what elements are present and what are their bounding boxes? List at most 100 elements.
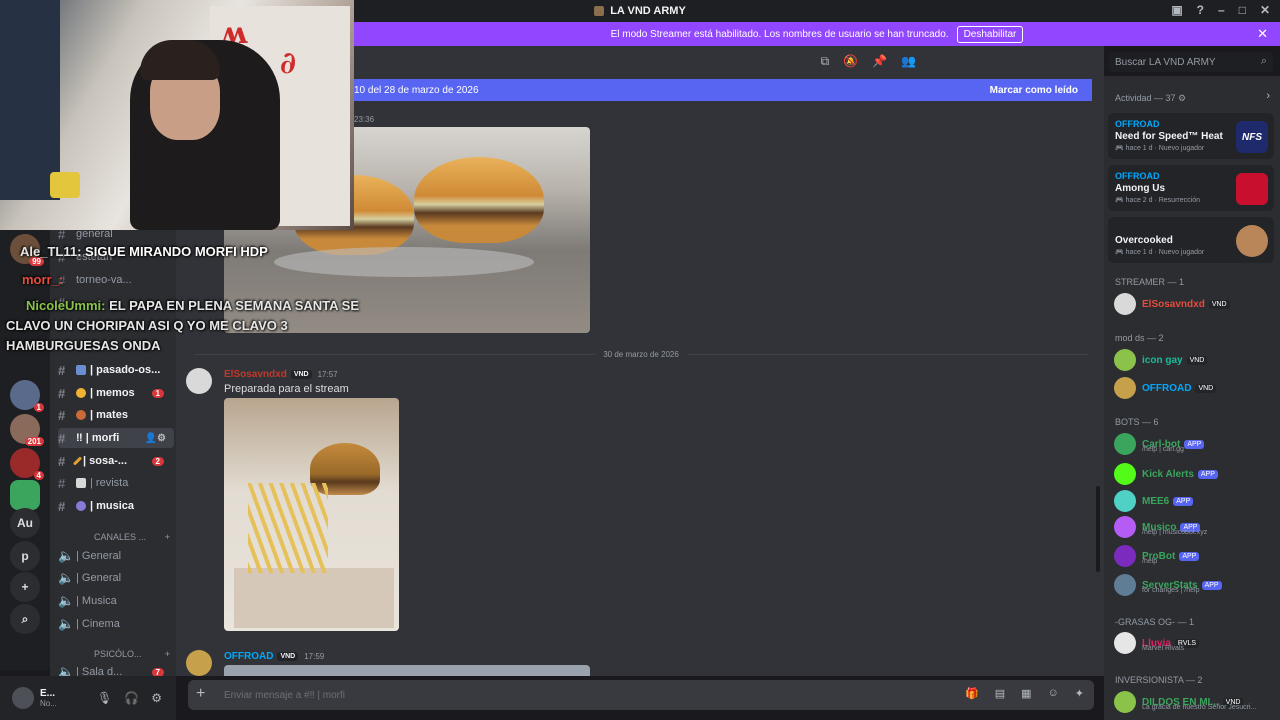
server-au[interactable]: Au [10, 508, 40, 538]
member-row[interactable]: MEE6 APP [1114, 488, 1274, 514]
role-tag: VND [277, 651, 299, 661]
maximize-button[interactable]: □ [1239, 3, 1246, 17]
gear-icon[interactable]: ⚙ [151, 691, 162, 705]
add-server-icon[interactable]: + [10, 572, 40, 602]
unread-count-badge: 2 [151, 456, 164, 466]
add-attachment-icon[interactable]: + [196, 685, 205, 703]
notifications-icon[interactable]: 🔕 [843, 54, 858, 68]
channel-pasado[interactable]: # | pasado-os... [58, 360, 174, 380]
activity-card[interactable]: OFFROAD Among Us 🎮 hace 2 d · Resurrecci… [1108, 165, 1274, 211]
member-list-icon[interactable]: 👥 [901, 54, 916, 68]
server-p[interactable]: p [10, 541, 40, 571]
help-icon[interactable]: ? [1197, 3, 1204, 17]
member-row[interactable]: Carl-bot APP /help | carl.gg [1114, 431, 1274, 457]
disable-streamer-button[interactable]: Deshabilitar [956, 25, 1024, 43]
member-row[interactable]: icon gay VND [1114, 347, 1274, 373]
voice-channel-musica[interactable]: 🔈 | Musica [58, 591, 174, 611]
server-icon-4[interactable]: 4 [10, 448, 44, 480]
add-channel-icon[interactable]: + [165, 649, 170, 659]
channel-sosa[interactable]: # | sosa-... 2 [58, 451, 174, 471]
voice-channel-sala[interactable]: 🔈 | Sala d... 7 [58, 662, 174, 676]
server-icon-1[interactable]: 99 [10, 234, 44, 266]
channel-memos[interactable]: # | memos 1 [58, 383, 174, 403]
headphones-icon[interactable]: 🎧 [124, 691, 139, 705]
discover-icon[interactable]: ⌕ [10, 604, 40, 634]
member-row[interactable]: OFFROAD VND [1114, 375, 1274, 401]
gif-icon[interactable]: ▤ [995, 687, 1005, 700]
hash-icon: # [58, 385, 66, 401]
add-channel-icon[interactable]: + [165, 532, 170, 542]
voice-category[interactable]: CANALES ... + [58, 532, 170, 542]
member-row[interactable]: ElSosavndxd VND [1114, 291, 1274, 317]
avatar[interactable] [12, 687, 34, 709]
activity-card[interactable]: OFFROAD Need for Speed™ Heat 🎮 hace 1 d … [1108, 113, 1274, 159]
channel-revista[interactable]: # | revista [58, 473, 174, 493]
monitor [0, 0, 60, 200]
server-icon [594, 6, 605, 16]
inbox-icon[interactable]: ▣ [1171, 3, 1182, 17]
webcam-overlay: ʍ∂~ [0, 0, 354, 230]
member-row[interactable]: ServerStats APP for changes | /help [1114, 572, 1274, 598]
server-icon-2[interactable]: 1 [10, 380, 44, 412]
avatar [1114, 574, 1136, 596]
channel-general[interactable]: # general [58, 230, 174, 244]
unread-count-badge: 7 [151, 667, 164, 676]
message-author[interactable]: OFFROAD VND 17:59 [224, 651, 324, 662]
search-input[interactable]: Buscar LA VND ARMY ⌕ [1109, 52, 1273, 72]
new-messages-bar[interactable]: 10 del 28 de marzo de 2026 Marcar como l… [354, 79, 1092, 101]
message-timestamp: 17:57 [317, 370, 338, 379]
voice-channel-general[interactable]: 🔈 | General [58, 546, 174, 566]
plate [274, 247, 534, 277]
chevron-right-icon[interactable]: › [1266, 90, 1270, 102]
date-divider: 30 de marzo de 2026 [186, 348, 1096, 360]
microphone-icon[interactable]: 🎙 [97, 691, 112, 705]
screenshot-attachment[interactable] [224, 665, 590, 676]
voice-channel-general-2[interactable]: 🔈 | General [58, 568, 174, 588]
psico-category[interactable]: PSICÓLO... + [58, 649, 170, 659]
member-row[interactable]: DILDOS EN MI... VND La gracia de nuestro … [1114, 689, 1274, 715]
activity-card[interactable]: Overcooked 🎮 hace 1 d · Nuevo jugador [1108, 217, 1274, 263]
channel-musica[interactable]: # | musica [58, 496, 174, 516]
pin-icon[interactable]: 📌 [872, 54, 887, 68]
apps-icon[interactable]: ✦ [1075, 687, 1084, 700]
close-window-button[interactable]: ✕ [1260, 3, 1270, 17]
member-row[interactable]: Kick Alerts APP [1114, 461, 1274, 487]
activity-header[interactable]: Actividad — 37 ⚙ [1115, 93, 1186, 104]
emoji-icon[interactable]: ☺ [1048, 687, 1059, 700]
sticker-icon[interactable]: ▦ [1021, 687, 1031, 700]
avatar[interactable] [186, 368, 212, 394]
avatar[interactable] [186, 650, 212, 676]
minimize-button[interactable]: – [1218, 3, 1225, 17]
avatar [1114, 349, 1136, 371]
food-photo[interactable] [224, 398, 399, 631]
member-row[interactable]: Lluvia RVLS Marvel Rivals [1114, 630, 1274, 656]
close-icon[interactable]: ✕ [1257, 26, 1268, 42]
hash-icon: # [58, 294, 66, 310]
server-icon-5[interactable] [10, 480, 40, 510]
hash-icon: # [58, 475, 66, 491]
member-list: Actividad — 37 ⚙ › OFFROAD Need for Spee… [1104, 76, 1280, 720]
member-row[interactable]: ProBot APP /help [1114, 543, 1274, 569]
speaker-icon: 🔈 [58, 616, 75, 631]
speaker-icon: 🔈 [58, 664, 75, 676]
channel-hidden[interactable]: # [58, 292, 174, 312]
channel-torneo[interactable]: # torneo-va... [58, 270, 174, 290]
message-author[interactable]: ElSosavndxd VND 17:57 [224, 369, 338, 380]
message-timestamp: 17:59 [304, 652, 325, 661]
message-composer[interactable]: + Enviar mensaje a #‼ | morfi 🎁 ▤ ▦ ☺ ✦ [188, 680, 1094, 710]
threads-icon[interactable]: ⧉ [821, 54, 830, 69]
fries [248, 483, 328, 573]
channel-settings-icon[interactable]: 👤⚙ [145, 433, 166, 444]
voice-channel-cinema[interactable]: 🔈 | Cinema [58, 614, 174, 634]
gift-icon[interactable]: 🎁 [965, 687, 979, 700]
channel-mates[interactable]: # | mates [58, 405, 174, 425]
mark-as-read-button[interactable]: Marcar como leído [990, 85, 1078, 96]
hash-icon: # [58, 230, 66, 242]
scrollbar[interactable] [1096, 486, 1100, 572]
channel-morfi[interactable]: # ‼ | morfi 👤⚙ [58, 428, 174, 448]
avatar [1114, 632, 1136, 654]
role-tag: VND [290, 369, 312, 379]
member-row[interactable]: Musico APP /help | musicobot.xyz [1114, 514, 1274, 540]
server-icon-3[interactable]: 201 [10, 414, 44, 446]
channel-estetan[interactable]: # estetan [58, 247, 174, 267]
